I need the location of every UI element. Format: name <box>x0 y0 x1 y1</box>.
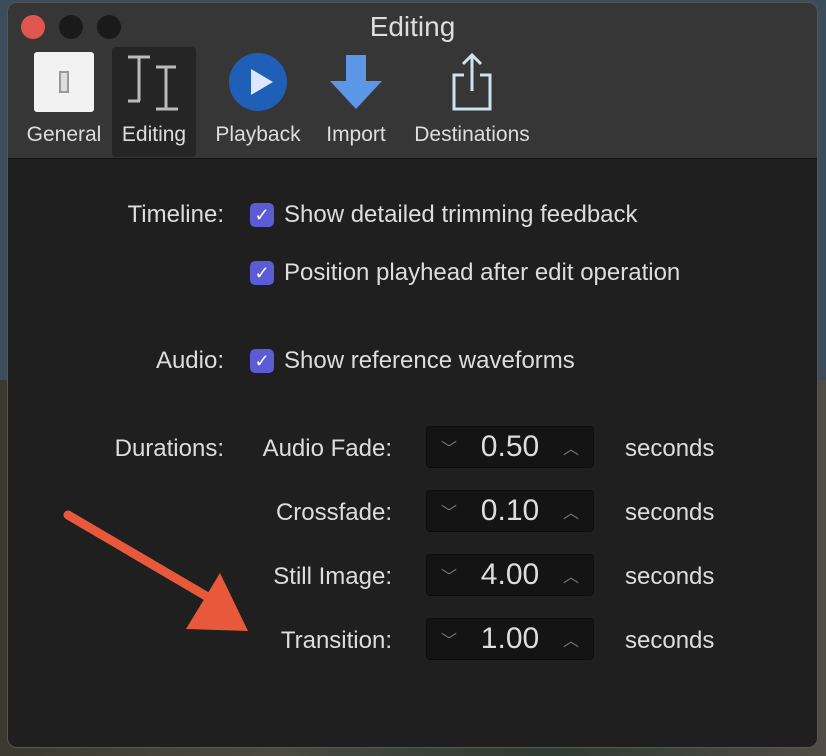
preferences-window: Editing General Editing Playback Import … <box>7 2 818 748</box>
annotation-arrow-icon <box>63 510 248 631</box>
